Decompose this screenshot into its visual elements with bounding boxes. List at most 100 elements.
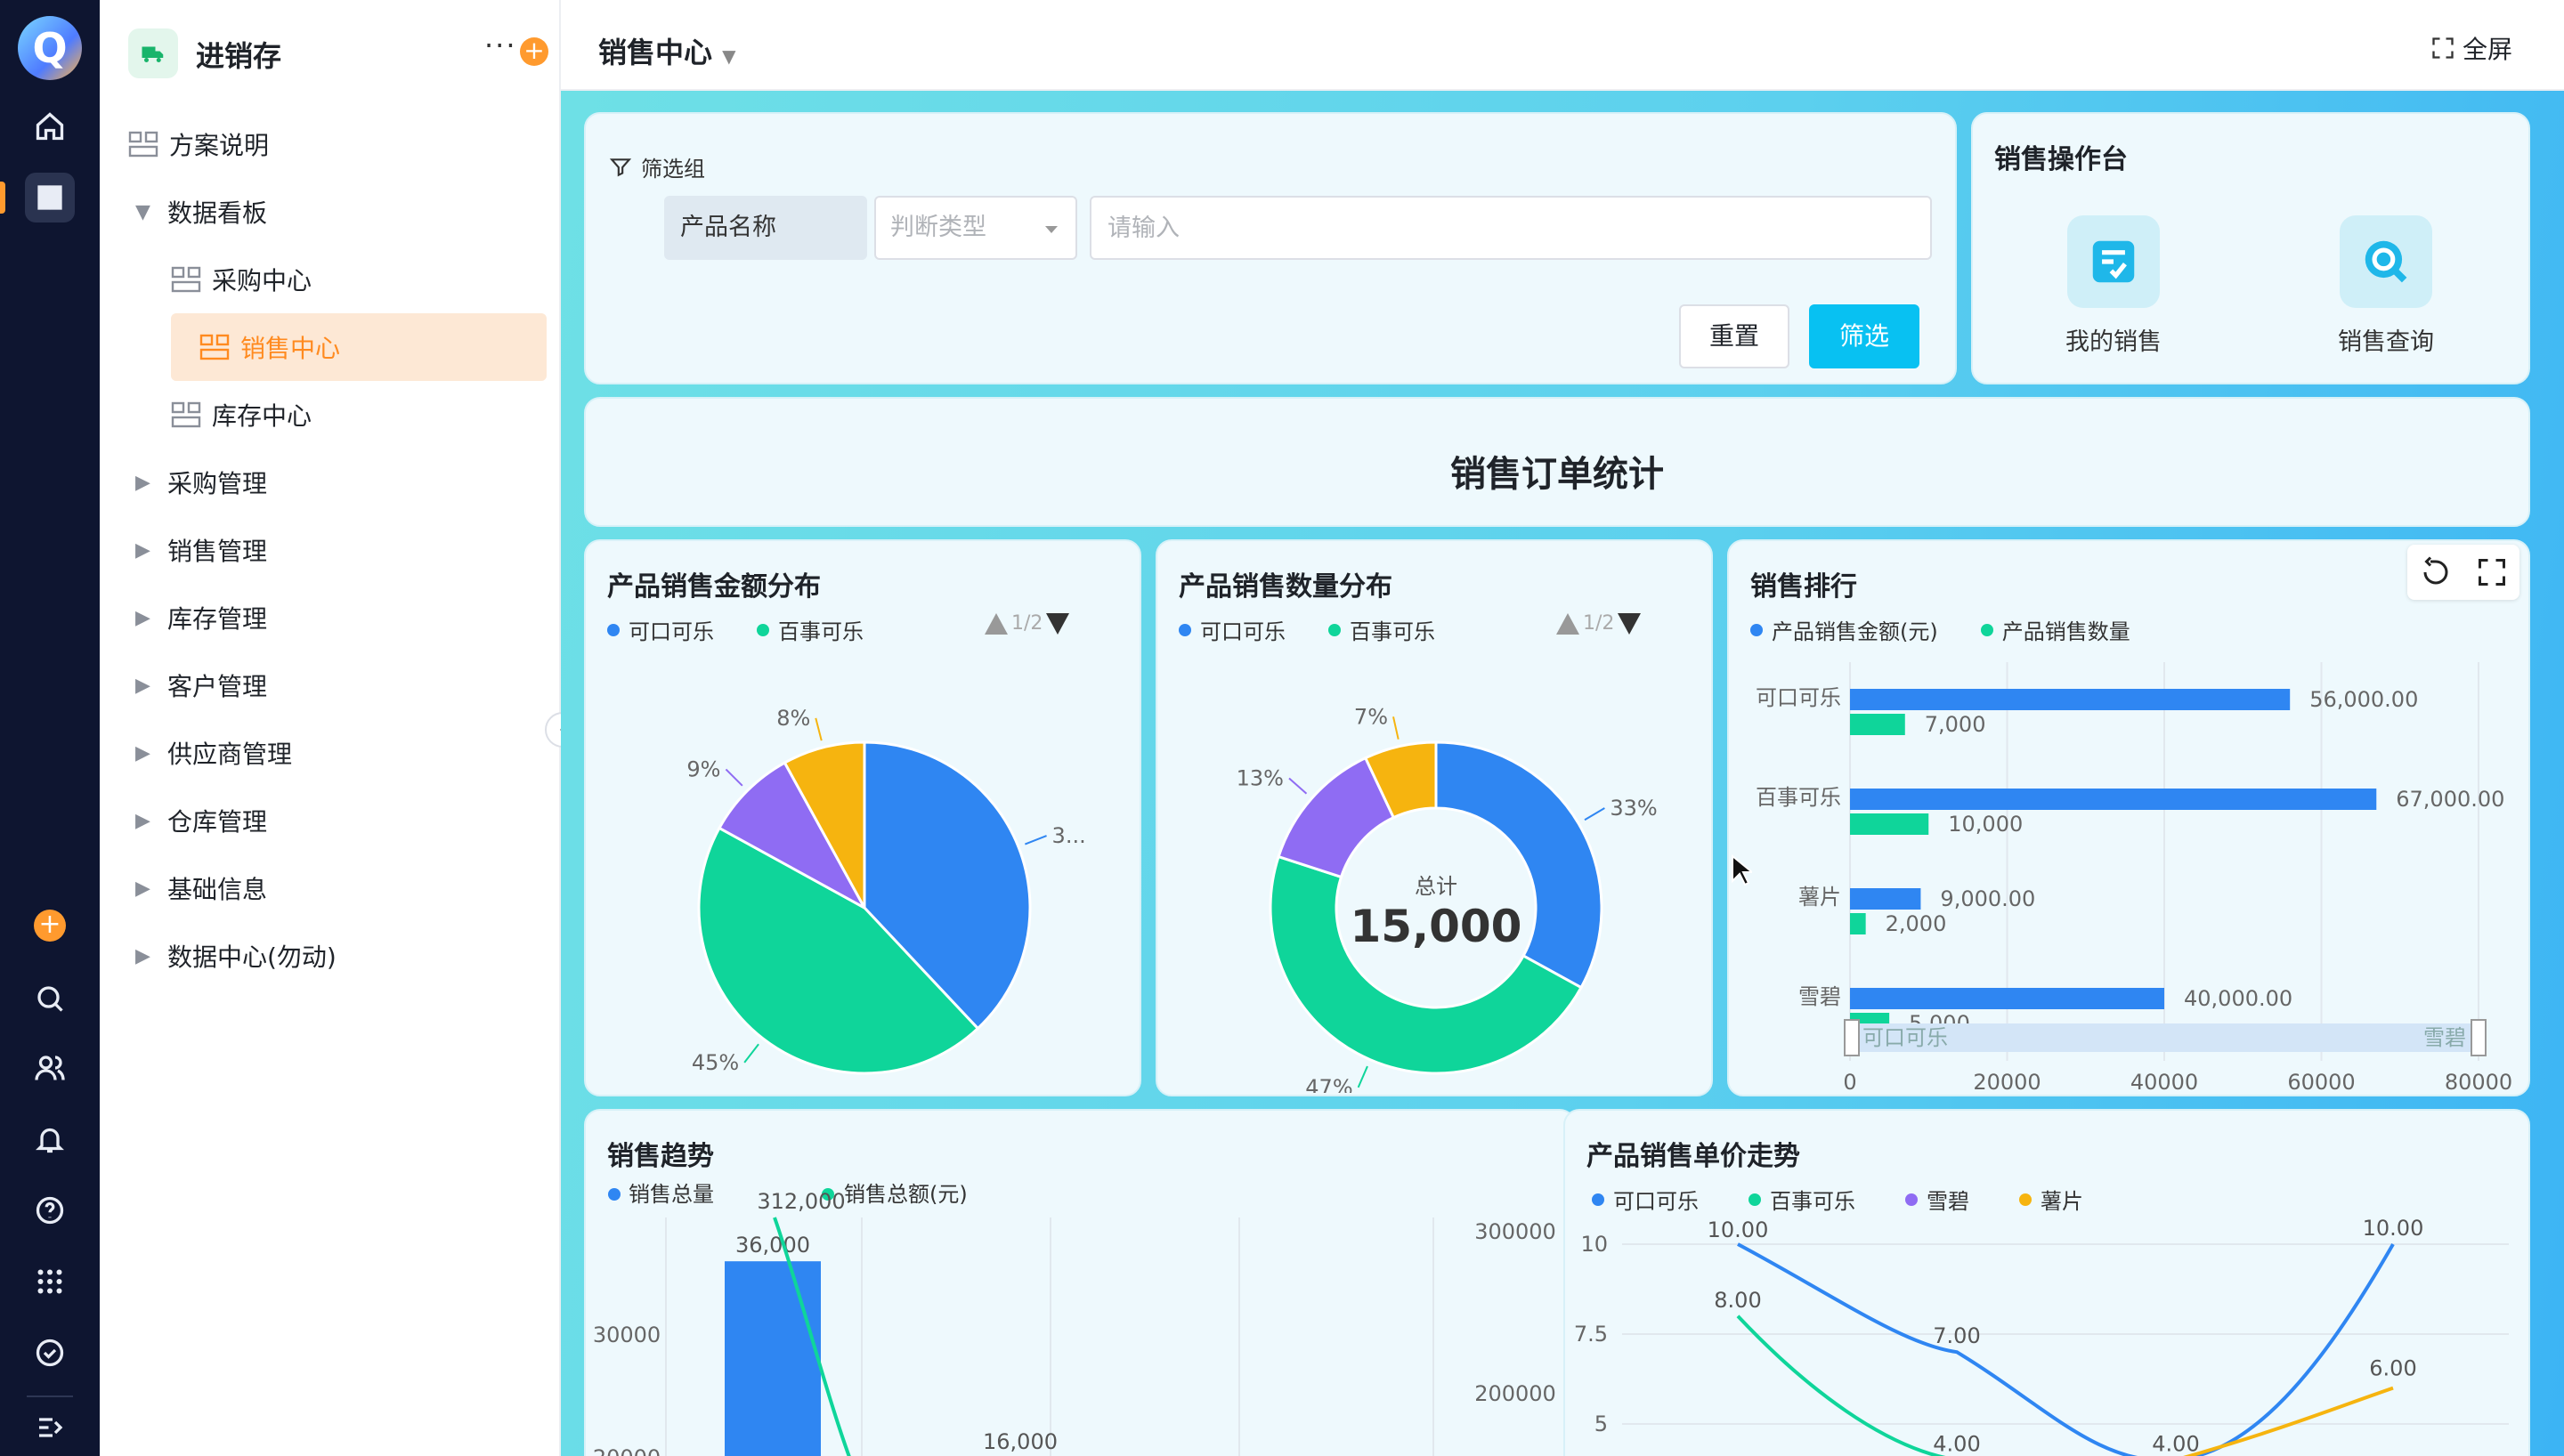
- filter-button[interactable]: 筛选: [1809, 304, 1919, 368]
- slice-label: 45%: [692, 1050, 739, 1075]
- bar-value-label: 7,000: [1925, 712, 1986, 737]
- field-name-label: 产品名称: [664, 196, 867, 260]
- help-icon[interactable]: [25, 1185, 75, 1235]
- home-icon[interactable]: [25, 101, 75, 151]
- add-page-icon[interactable]: +: [520, 37, 548, 66]
- sidebar-item[interactable]: ▶ 采购管理: [128, 449, 547, 516]
- bar[interactable]: [1850, 913, 1866, 934]
- chevron-down-icon: ▼: [135, 200, 150, 223]
- section-title: 销售订单统计: [1450, 454, 1664, 495]
- series-line[interactable]: [1736, 1314, 1957, 1456]
- search-icon[interactable]: [25, 974, 75, 1023]
- apps-grid-icon[interactable]: [25, 1257, 75, 1306]
- sidebar-item-label: 数据看板: [167, 198, 268, 228]
- sidebar-header: 进销存 ··· +: [128, 27, 548, 80]
- bar[interactable]: [1850, 714, 1905, 735]
- sidebar-nav: 方案说明 ▼ 数据看板 采购中心 销售中心 库存中心 ▶ 采购管理 ▶ 销售管理 ▶ 库存管理 ▶ 客户管…: [128, 110, 547, 990]
- active-indicator: [0, 182, 5, 214]
- slice-label: 8%: [776, 706, 810, 731]
- bar[interactable]: [1850, 789, 2377, 810]
- expand-icon[interactable]: [2476, 556, 2508, 588]
- y-tick-label: 7.5: [1574, 1322, 1608, 1347]
- bar-value-label: 2,000: [1886, 911, 1947, 936]
- sales-trend-card: 销售趋势 销售总量销售总额(元)300002000030000020000036…: [584, 1109, 1576, 1456]
- sidebar-item-label: 采购管理: [167, 469, 268, 498]
- x-tick-label: 0: [1843, 1070, 1856, 1095]
- legend-pager: 1/2: [985, 612, 1070, 635]
- chart-title: 销售排行: [1750, 571, 1857, 603]
- sidebar-item-label: 基础信息: [167, 875, 268, 904]
- label-line: [1357, 1065, 1368, 1088]
- sidebar-item[interactable]: ▶ 数据中心(勿动): [128, 922, 547, 990]
- mouse-cursor-icon: [1732, 854, 1752, 886]
- bar-value-label: 67,000.00: [2396, 787, 2504, 812]
- status-check-icon[interactable]: [25, 1328, 75, 1378]
- sales-query-label: 销售查询: [2338, 328, 2434, 356]
- sales-query-button[interactable]: 销售查询: [2338, 215, 2434, 356]
- bar[interactable]: [1850, 888, 1921, 910]
- chart-legend: 可口可乐 百事可乐: [1179, 614, 1435, 645]
- category-label: 薯片: [1798, 885, 1841, 910]
- bar[interactable]: [725, 1261, 821, 1456]
- fullscreen-button[interactable]: 全屏: [2430, 30, 2512, 66]
- sidebar-item[interactable]: ▶ 库存管理: [128, 584, 547, 651]
- legend-next-icon[interactable]: [1618, 612, 1642, 635]
- chevron-right-icon: ▶: [135, 809, 150, 832]
- sidebar-item[interactable]: ▶ 基础信息: [128, 854, 547, 922]
- expand-sidebar-icon[interactable]: [25, 1403, 75, 1452]
- point-value-label: 8.00: [1714, 1288, 1761, 1313]
- legend-item[interactable]: 可口可乐: [1179, 614, 1286, 645]
- sidebar-item[interactable]: ▶ 仓库管理: [128, 787, 547, 854]
- legend-label: 销售总量: [629, 1182, 714, 1207]
- x-tick-label: 20000: [1973, 1070, 2041, 1095]
- sidebar-item[interactable]: ▶ 销售管理: [128, 516, 547, 584]
- sidebar-item-label: 数据中心(勿动): [167, 942, 337, 972]
- legend-prev-icon[interactable]: [1556, 612, 1579, 635]
- y-tick-label: 5: [1594, 1412, 1608, 1436]
- judge-type-select[interactable]: 判断类型: [874, 196, 1077, 260]
- zoom-handle-end[interactable]: [2471, 1019, 2487, 1056]
- section-title-card: 销售订单统计: [584, 397, 2530, 527]
- sidebar-item[interactable]: ▼ 数据看板: [128, 178, 547, 246]
- bar[interactable]: [1850, 689, 2291, 710]
- legend-prev-icon[interactable]: [985, 612, 1008, 635]
- sales-query-icon: [2365, 240, 2407, 283]
- chevron-down-icon: ▼: [722, 45, 736, 67]
- filter-group-text: 筛选组: [641, 157, 705, 182]
- sidebar-item[interactable]: 销售中心: [171, 313, 547, 381]
- legend-item[interactable]: 百事可乐: [757, 614, 864, 645]
- more-icon[interactable]: ···: [484, 28, 517, 62]
- sidebar-item-label: 库存管理: [167, 604, 268, 634]
- bar-value-label: 56,000.00: [2309, 687, 2418, 712]
- y-right-tick-label: 300000: [1474, 1219, 1556, 1244]
- legend-item[interactable]: 可口可乐: [607, 614, 714, 645]
- legend-item[interactable]: 百事可乐: [1328, 614, 1435, 645]
- sidebar-item[interactable]: 方案说明: [128, 110, 547, 178]
- point-value-label: 4.00: [1933, 1431, 1980, 1456]
- dashboard-icon[interactable]: [25, 173, 75, 222]
- fullscreen-label: 全屏: [2462, 35, 2512, 64]
- sidebar-item[interactable]: ▶ 供应商管理: [128, 719, 547, 787]
- refresh-icon[interactable]: [2420, 556, 2452, 588]
- bar[interactable]: [1850, 813, 1929, 835]
- x-tick-label: 40000: [2130, 1070, 2198, 1095]
- quantity-distribution-card: 产品销售数量分布 可口可乐 百事可乐 1/2 33% 47% 13% 7% 总计 15,0…: [1156, 539, 1713, 1096]
- rail-add-icon[interactable]: +: [34, 910, 66, 942]
- chevron-right-icon: ▶: [135, 674, 150, 697]
- page-title[interactable]: 销售中心 ▼: [598, 30, 736, 71]
- app-logo[interactable]: Q: [18, 16, 82, 80]
- filter-value-input[interactable]: [1090, 196, 1932, 260]
- chevron-right-icon: ▶: [135, 538, 150, 562]
- point-value-label: 7.00: [1933, 1323, 1980, 1348]
- bar[interactable]: [1850, 988, 2164, 1009]
- zoom-handle-start[interactable]: [1844, 1019, 1860, 1056]
- sidebar-item[interactable]: ▶ 客户管理: [128, 651, 547, 719]
- page-icon: [171, 401, 212, 428]
- sidebar-item[interactable]: 采购中心: [128, 246, 547, 313]
- my-sales-button[interactable]: 我的销售: [2065, 215, 2162, 356]
- reset-button[interactable]: 重置: [1679, 304, 1789, 368]
- users-icon[interactable]: [25, 1043, 75, 1093]
- legend-next-icon[interactable]: [1046, 612, 1070, 635]
- sidebar-item[interactable]: 库存中心: [128, 381, 547, 449]
- bell-icon[interactable]: [25, 1114, 75, 1164]
